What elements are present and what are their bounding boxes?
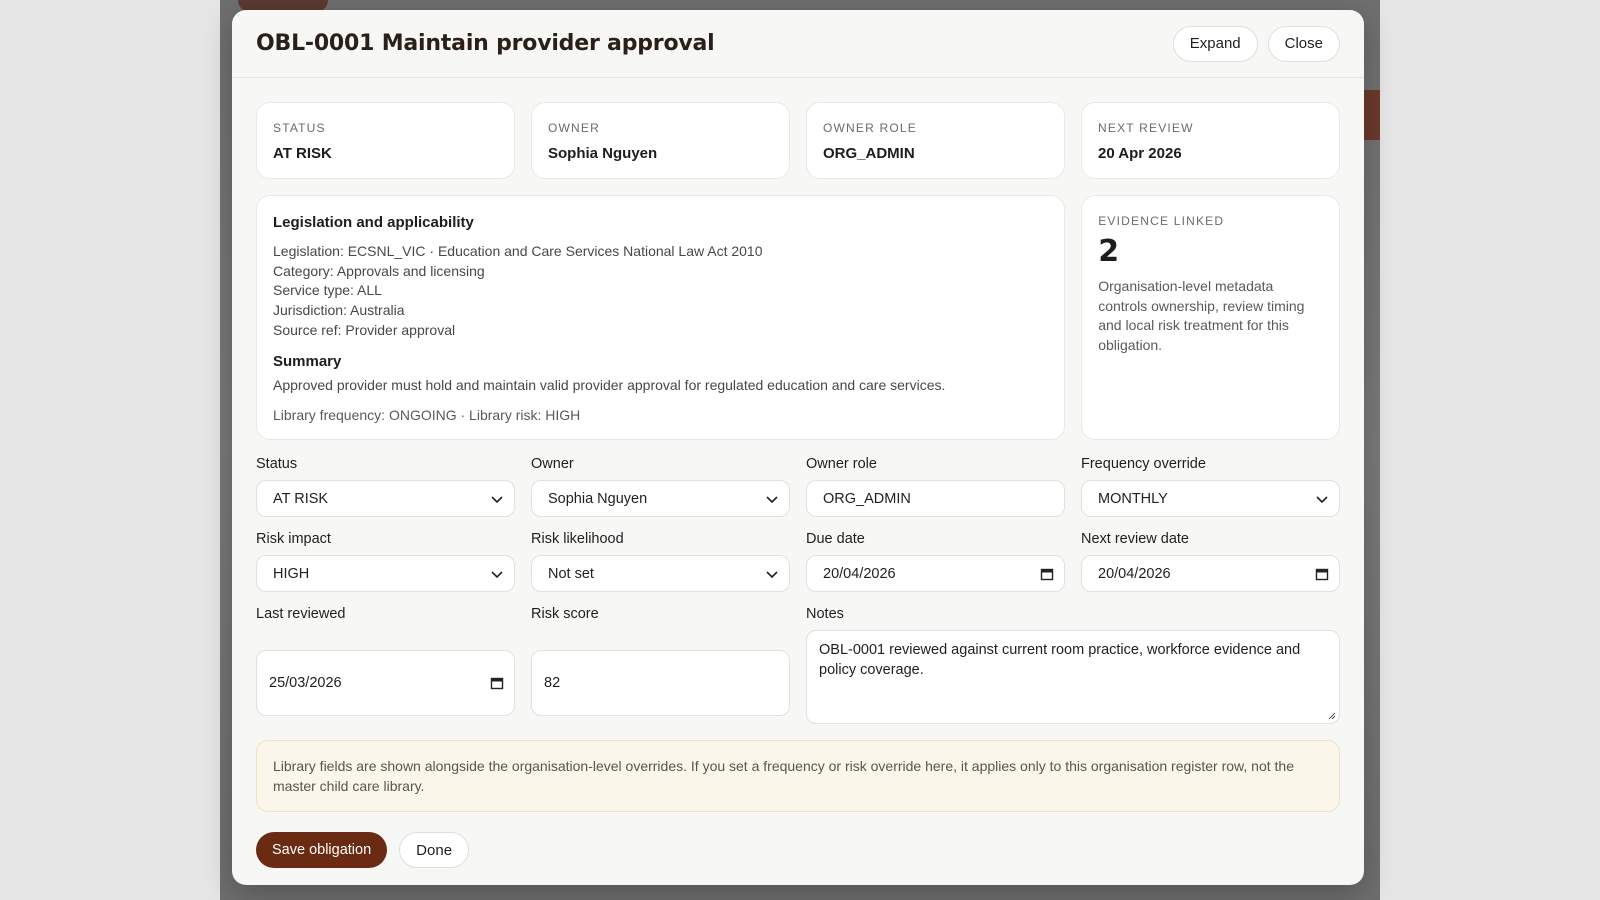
owner-card: OWNER Sophia Nguyen [531, 102, 790, 179]
chevron-down-icon [1316, 495, 1328, 503]
field-label: Status [256, 456, 298, 472]
field-label: Owner role [806, 456, 877, 472]
footer-actions: Save obligation Done [256, 832, 1340, 868]
chevron-down-icon [491, 495, 503, 503]
done-button[interactable]: Done [399, 832, 470, 868]
field-label: Owner [531, 456, 574, 472]
risk-score-input[interactable]: 82 [531, 650, 790, 716]
evidence-count: 2 [1098, 234, 1120, 269]
date-value: 20/04/2026 [823, 565, 896, 582]
save-obligation-button[interactable]: Save obligation [256, 832, 388, 868]
card-value: AT RISK [273, 145, 332, 162]
date-value: 25/03/2026 [269, 675, 342, 691]
evidence-panel: EVIDENCE LINKED 2 Organisation-level met… [1081, 195, 1340, 440]
chevron-down-icon [491, 570, 503, 578]
service-type-line: Service type: ALL [273, 282, 382, 299]
modal-title: OBL-0001 Maintain provider approval [256, 31, 715, 56]
risk-score-field: Risk score 82 [531, 606, 790, 724]
calendar-icon[interactable] [1315, 567, 1329, 581]
card-value: ORG_ADMIN [823, 145, 915, 162]
frequency-override-select[interactable]: MONTHLY [1081, 480, 1340, 517]
owner-role-card: OWNER ROLE ORG_ADMIN [806, 102, 1065, 179]
card-label: STATUS [273, 121, 326, 135]
obligation-modal: OBL-0001 Maintain provider approval Expa… [232, 10, 1364, 885]
category-line: Category: Approvals and licensing [273, 262, 485, 279]
status-card: STATUS AT RISK [256, 102, 515, 179]
input-value: ORG_ADMIN [823, 490, 911, 507]
frequency-override-field: Frequency override MONTHLY [1081, 456, 1340, 517]
override-notice: Library fields are shown alongside the o… [256, 740, 1340, 812]
status-select[interactable]: AT RISK [256, 480, 515, 517]
obligation-form: Status AT RISK Owner Sophia Nguyen Owner… [256, 456, 1340, 724]
notes-field: Notes OBL-0001 reviewed against current … [806, 606, 1340, 724]
card-value: 20 Apr 2026 [1098, 145, 1182, 162]
legislation-panel: Legislation and applicability Legislatio… [256, 195, 1066, 440]
field-label: Risk impact [256, 531, 331, 547]
risk-impact-field: Risk impact HIGH [256, 531, 515, 592]
card-label: OWNER ROLE [823, 121, 918, 135]
modal-body: STATUS AT RISK OWNER Sophia Nguyen OWNER… [232, 78, 1364, 868]
status-field: Status AT RISK [256, 456, 515, 517]
last-reviewed-input[interactable]: 25/03/2026 [256, 650, 515, 716]
library-line: Library frequency: ONGOING · Library ris… [273, 406, 581, 423]
next-review-date-field: Next review date 20/04/2026 [1081, 531, 1340, 592]
date-value: 20/04/2026 [1098, 565, 1171, 582]
card-label: OWNER [548, 121, 600, 135]
source-ref-line: Source ref: Provider approval [273, 321, 456, 338]
field-label: Due date [806, 531, 865, 547]
owner-field: Owner Sophia Nguyen [531, 456, 790, 517]
summary-cards: STATUS AT RISK OWNER Sophia Nguyen OWNER… [256, 102, 1340, 179]
evidence-label: EVIDENCE LINKED [1098, 214, 1225, 228]
owner-select[interactable]: Sophia Nguyen [531, 480, 790, 517]
owner-role-field: Owner role ORG_ADMIN [806, 456, 1065, 517]
card-label: NEXT REVIEW [1098, 121, 1194, 135]
legislation-lines: Legislation: ECSNL_VIC · Education and C… [273, 242, 1048, 341]
risk-impact-select[interactable]: HIGH [256, 555, 515, 592]
summary-heading: Summary [273, 352, 342, 370]
summary-text: Approved provider must hold and maintain… [273, 376, 946, 393]
resize-handle-icon[interactable] [1326, 710, 1336, 720]
field-label: Risk likelihood [531, 531, 624, 547]
last-reviewed-field: Last reviewed 25/03/2026 [256, 606, 515, 724]
select-value: HIGH [273, 565, 310, 582]
due-date-field: Due date 20/04/2026 [806, 531, 1065, 592]
card-value: Sophia Nguyen [548, 145, 658, 162]
header-actions: Expand Close [1172, 25, 1340, 62]
notes-textarea[interactable]: OBL-0001 reviewed against current room p… [806, 630, 1340, 724]
jurisdiction-line: Jurisdiction: Australia [273, 302, 405, 319]
input-value: 82 [544, 675, 561, 691]
risk-likelihood-select[interactable]: Not set [531, 555, 790, 592]
select-value: Not set [548, 565, 594, 582]
select-value: AT RISK [273, 490, 329, 507]
select-value: MONTHLY [1098, 490, 1168, 507]
field-label: Last reviewed [256, 606, 346, 622]
select-value: Sophia Nguyen [548, 490, 648, 507]
field-label: Frequency override [1081, 456, 1206, 472]
evidence-description: Organisation-level metadata controls own… [1098, 278, 1305, 354]
calendar-icon[interactable] [1040, 567, 1054, 581]
owner-role-input[interactable]: ORG_ADMIN [806, 480, 1065, 517]
expand-button[interactable]: Expand [1172, 25, 1258, 62]
due-date-input[interactable]: 20/04/2026 [806, 555, 1065, 592]
notes-value: OBL-0001 reviewed against current room p… [819, 642, 1301, 678]
legislation-heading: Legislation and applicability [273, 214, 474, 231]
next-review-date-input[interactable]: 20/04/2026 [1081, 555, 1340, 592]
field-label: Notes [806, 606, 844, 622]
modal-header: OBL-0001 Maintain provider approval Expa… [232, 10, 1364, 78]
close-button[interactable]: Close [1267, 25, 1340, 62]
risk-likelihood-field: Risk likelihood Not set [531, 531, 790, 592]
legislation-line: Legislation: ECSNL_VIC · Education and C… [273, 243, 763, 259]
detail-row: Legislation and applicability Legislatio… [256, 195, 1340, 440]
chevron-down-icon [766, 570, 778, 578]
calendar-icon[interactable] [490, 676, 504, 690]
field-label: Risk score [531, 606, 599, 622]
chevron-down-icon [766, 495, 778, 503]
field-label: Next review date [1081, 531, 1189, 547]
next-review-card: NEXT REVIEW 20 Apr 2026 [1081, 102, 1340, 179]
